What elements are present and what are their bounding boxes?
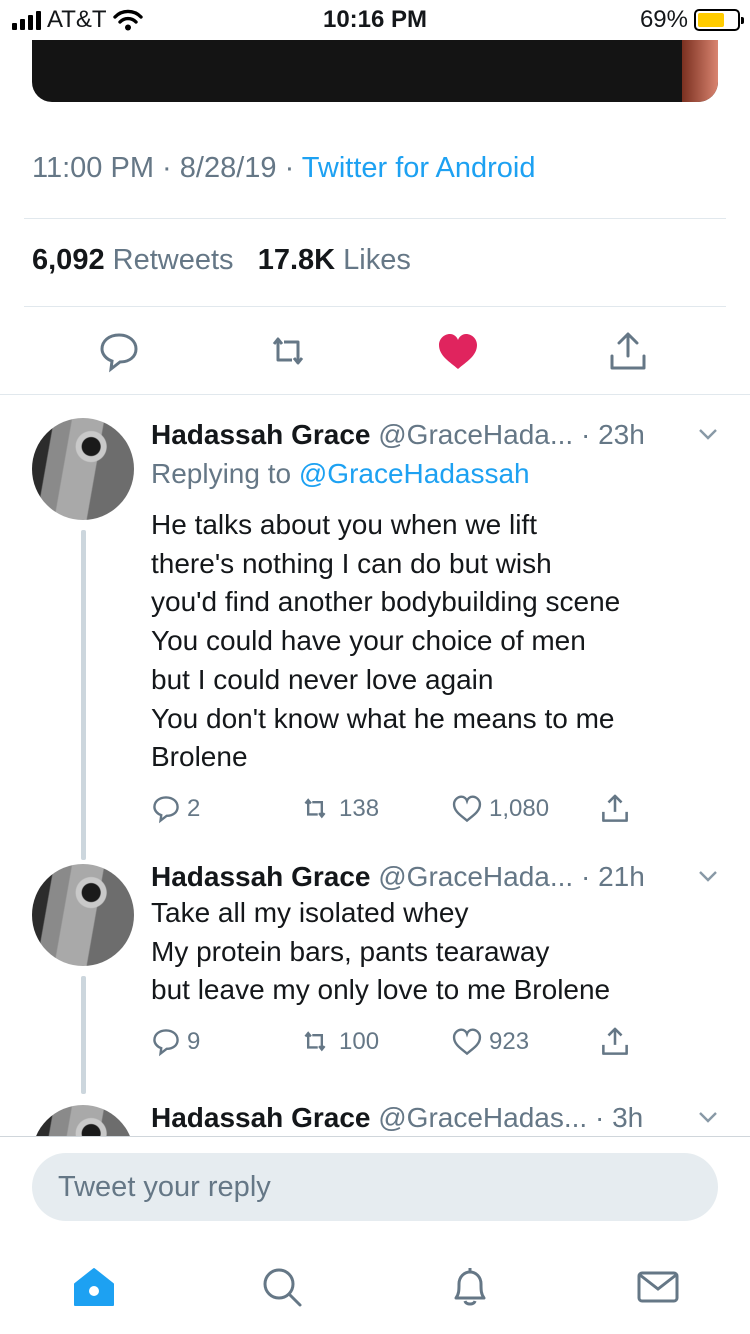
tweet-age: 23h: [598, 419, 645, 450]
chevron-down-icon[interactable]: [696, 1105, 720, 1129]
username: @GraceHada...: [378, 419, 574, 450]
search-icon: [263, 1268, 302, 1307]
retweets-stat[interactable]: 6,092 Retweets: [32, 244, 234, 276]
reply-count: 9: [187, 1028, 201, 1056]
share-button[interactable]: [599, 1024, 631, 1060]
display-name[interactable]: Hadassah Grace: [151, 419, 370, 450]
tweet-age: 21h: [598, 861, 645, 892]
tweet-actions: 2 138 1,080: [151, 791, 726, 827]
tab-home[interactable]: [72, 1265, 116, 1309]
chevron-down-icon[interactable]: [696, 422, 720, 446]
tab-search[interactable]: [260, 1265, 304, 1309]
messages-icon: [637, 1271, 679, 1303]
tweet-header: Hadassah Grace @GraceHada... · 23h: [151, 418, 726, 452]
heart-icon: [452, 1028, 482, 1056]
tab-notifications[interactable]: [448, 1265, 492, 1309]
bottom-area: Tweet your reply: [0, 1136, 750, 1334]
tweet-date: 8/28/19: [179, 152, 277, 184]
heart-filled-icon: [439, 334, 477, 369]
tweet-source-link[interactable]: Twitter for Android: [302, 152, 536, 184]
reply-button[interactable]: 2: [151, 791, 200, 827]
share-icon: [610, 332, 646, 370]
home-icon: [74, 1268, 114, 1306]
reply-button[interactable]: 9: [151, 1024, 200, 1060]
tweet-header: Hadassah Grace @GraceHadas... · 3h: [151, 1101, 726, 1135]
battery-icon: [694, 9, 744, 31]
retweet-button[interactable]: [266, 330, 310, 374]
divider: [24, 218, 726, 219]
tab-bar: [0, 1265, 750, 1309]
thread-line: [81, 976, 86, 1094]
like-button[interactable]: 923: [451, 1024, 529, 1060]
divider: [0, 394, 750, 395]
reply-button[interactable]: [97, 330, 141, 374]
reply-icon: [153, 796, 179, 824]
like-count: 923: [489, 1028, 530, 1056]
tweet-text: Take all my isolated whey My protein bar…: [151, 897, 611, 1006]
thread-line: [81, 530, 86, 860]
retweet-button[interactable]: 138: [297, 791, 379, 827]
battery-percent: 69%: [639, 6, 688, 33]
likes-stat[interactable]: 17.8K Likes: [258, 244, 411, 276]
reply-icon: [100, 333, 138, 373]
tweet-media[interactable]: [32, 40, 718, 102]
reply-count: 2: [187, 794, 201, 822]
tweet-action-bar: [0, 330, 750, 374]
retweet-button[interactable]: 100: [297, 1024, 379, 1060]
like-button[interactable]: 1,080: [451, 791, 549, 827]
avatar[interactable]: [32, 864, 134, 966]
notifications-icon: [454, 1268, 486, 1306]
retweet-icon: [304, 1031, 326, 1052]
display-name[interactable]: Hadassah Grace: [151, 861, 370, 892]
share-icon: [602, 1027, 628, 1056]
retweet-count: 138: [339, 794, 380, 822]
clock: 10:16 PM: [322, 6, 428, 33]
heart-icon: [452, 795, 482, 823]
avatar[interactable]: [32, 418, 134, 520]
tweet-header: Hadassah Grace @GraceHada... · 21h: [151, 860, 726, 894]
tab-messages[interactable]: [636, 1265, 680, 1309]
tweet-time: 11:00 PM: [32, 152, 154, 184]
reply-input[interactable]: Tweet your reply: [32, 1153, 718, 1221]
display-name[interactable]: Hadassah Grace: [151, 1102, 370, 1133]
tweet-text: He talks about you when we lift there's …: [151, 509, 621, 773]
replying-to-link[interactable]: @GraceHadassah: [299, 458, 530, 489]
share-icon: [602, 794, 628, 822]
share-button[interactable]: [599, 791, 631, 827]
retweet-count: 100: [339, 1028, 380, 1056]
username: @GraceHada...: [378, 861, 574, 892]
username: @GraceHadas...: [378, 1102, 588, 1133]
chevron-down-icon[interactable]: [696, 864, 720, 888]
replying-to: Replying to @GraceHadassah: [151, 458, 530, 489]
tweet-stats: 6,092 Retweets 17.8K Likes: [32, 244, 411, 277]
status-bar: AT&T 10:16 PM 69%: [0, 0, 750, 40]
retweet-icon: [304, 798, 326, 819]
tweet-age: 3h: [612, 1102, 644, 1133]
tweet-actions: 9 100 923: [151, 1024, 726, 1060]
share-button[interactable]: [606, 330, 650, 374]
reply-icon: [153, 1029, 179, 1057]
tweet-meta: 11:00 PM · 8/28/19 · Twitter for Android: [32, 152, 536, 184]
like-count: 1,080: [489, 794, 550, 822]
like-button[interactable]: [436, 330, 480, 374]
retweet-icon: [272, 337, 304, 365]
divider: [24, 306, 726, 307]
